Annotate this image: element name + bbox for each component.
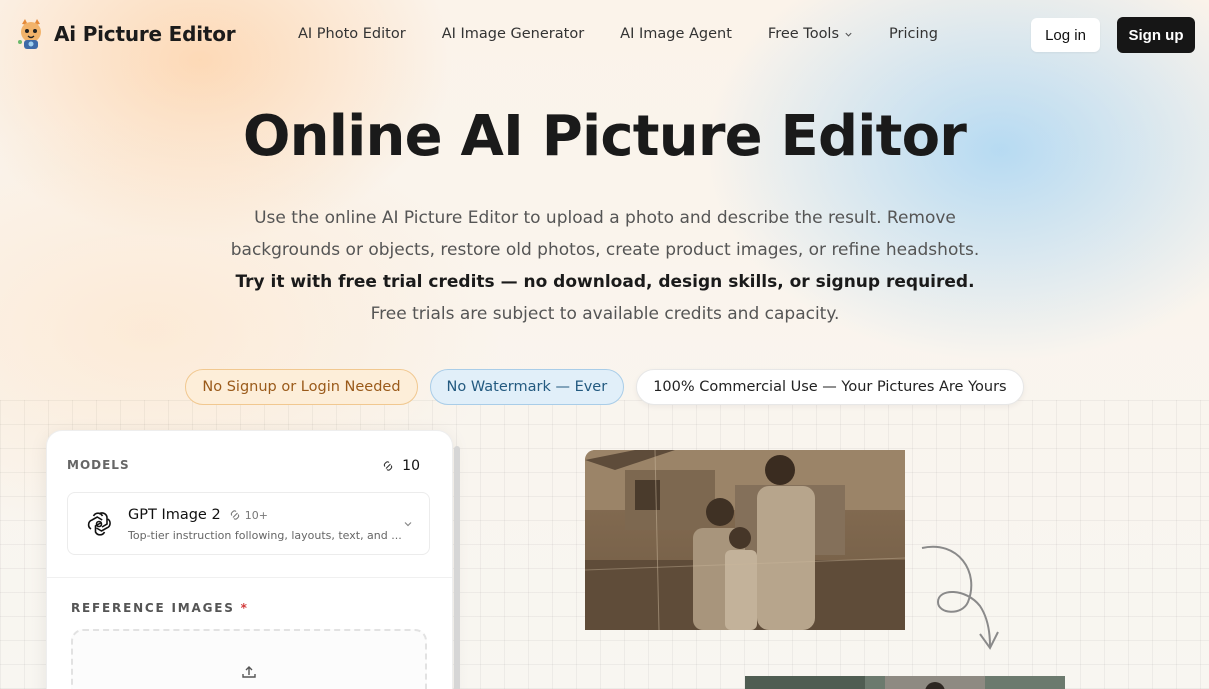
required-marker: * (240, 601, 249, 615)
credit-balance: 10 (382, 458, 420, 474)
cat-mascot-logo-icon (18, 19, 41, 49)
nav-link-label: Pricing (889, 26, 938, 42)
chevron-down-icon (404, 522, 412, 527)
credit-icon (230, 510, 239, 520)
credit-icon (383, 461, 393, 471)
hero-description-text: Use the online AI Picture Editor to uplo… (230, 208, 980, 260)
hero-description: Use the online AI Picture Editor to uplo… (215, 202, 995, 330)
reference-images-heading: REFERENCE IMAGES * (71, 601, 249, 615)
feature-badges: No Signup or Login Needed No Watermark —… (0, 369, 1209, 405)
restored-photo-example (745, 676, 1065, 689)
editor-panel: MODELS 10 GPT Image 2 10+ Top-tier instr… (46, 430, 453, 689)
model-credit-cost: 10+ (229, 509, 268, 522)
model-select[interactable]: GPT Image 2 10+ Top-tier instruction fol… (67, 492, 430, 555)
nav-link-label: AI Photo Editor (298, 26, 406, 42)
signup-button[interactable]: Sign up (1117, 17, 1195, 53)
main-nav: AI Photo Editor AI Image Generator AI Im… (298, 26, 938, 42)
top-nav: Ai Picture Editor AI Photo Editor AI Ima… (0, 0, 1209, 70)
page-title: Online AI Picture Editor (242, 104, 967, 169)
panel-scrollbar[interactable] (454, 446, 460, 689)
nav-link-free-tools[interactable]: Free Tools (768, 26, 853, 42)
chevron-down-icon (845, 32, 852, 37)
badge-no-signup: No Signup or Login Needed (185, 369, 418, 405)
nav-link-label: AI Image Agent (620, 26, 732, 42)
nav-link-ai-image-agent[interactable]: AI Image Agent (620, 26, 732, 42)
restored-photo-image (745, 676, 1065, 689)
upload-icon (242, 666, 256, 678)
nav-link-label: AI Image Generator (441, 26, 585, 42)
badge-no-watermark: No Watermark — Ever (429, 369, 625, 405)
sepia-family-photo-image (585, 450, 905, 630)
nav-link-ai-photo-editor[interactable]: AI Photo Editor (298, 26, 406, 42)
openai-icon (87, 512, 111, 536)
badge-commercial-use: 100% Commercial Use — Your Pictures Are … (636, 369, 1024, 405)
hero-description-note: Free trials are subject to available cre… (370, 304, 840, 324)
model-name: GPT Image 2 10+ (128, 507, 268, 523)
credit-count: 10 (402, 458, 420, 474)
brand-logo-link[interactable]: Ai Picture Editor (16, 18, 236, 50)
model-description: Top-tier instruction following, layouts,… (128, 529, 402, 542)
model-credit-cost-value: 10+ (244, 508, 268, 522)
nav-link-ai-image-generator[interactable]: AI Image Generator (442, 26, 584, 42)
hero-description-bold: Try it with free trial credits — no down… (235, 272, 975, 292)
section-divider (47, 577, 452, 578)
curved-arrow-icon (921, 545, 999, 650)
login-button[interactable]: Log in (1031, 18, 1100, 52)
brand-name: Ai Picture Editor (54, 22, 236, 46)
reference-images-label: REFERENCE IMAGES (71, 601, 235, 615)
old-family-photo-example (585, 450, 905, 630)
nav-link-pricing[interactable]: Pricing (889, 26, 938, 42)
image-upload-dropzone[interactable] (71, 629, 427, 689)
model-name-text: GPT Image 2 (128, 507, 221, 523)
nav-link-label: Free Tools (767, 26, 840, 42)
models-heading: MODELS (67, 458, 130, 472)
